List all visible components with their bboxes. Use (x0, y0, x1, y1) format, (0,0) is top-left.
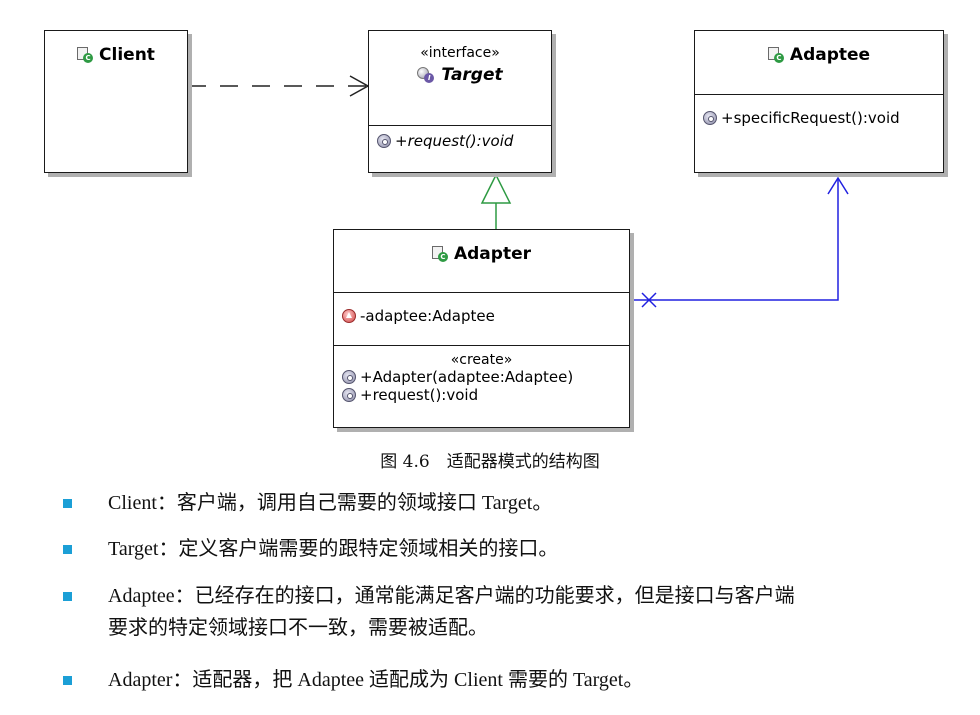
list-item: Client：客户端，调用自己需要的领域接口 Target。 (0, 488, 980, 518)
public-method-icon (377, 134, 391, 148)
private-field-icon (342, 309, 356, 323)
adapter-attributes-section: -adaptee:Adaptee (334, 292, 629, 345)
association-line (630, 178, 839, 301)
uml-class-diagram: C Client «interface» I Target +request()… (0, 0, 980, 440)
adaptee-class-name: Adaptee (789, 45, 871, 65)
target-operations-section: +request():void (369, 125, 551, 172)
adapter-operation: +request():void (342, 386, 629, 404)
adapter-class-name: Adapter (453, 244, 531, 264)
bullet-icon (63, 545, 72, 554)
adapter-operation: +Adapter(adaptee:Adaptee) (342, 368, 629, 386)
class-icon: C (431, 246, 448, 262)
target-interface-name: Target (441, 65, 503, 85)
bullet-icon (63, 592, 72, 601)
list-item: Target：定义客户端需要的跟特定领域相关的接口。 (0, 534, 980, 564)
public-method-icon (703, 111, 717, 125)
target-stereotype: «interface» (420, 45, 500, 61)
target-interface-header: «interface» I Target (369, 31, 551, 125)
client-class-header: C Client (45, 31, 187, 67)
class-icon: C (77, 47, 94, 63)
adaptee-operation: +specificRequest():void (703, 109, 943, 127)
adaptee-class-header: C Adaptee (695, 31, 943, 94)
figure-caption: 图 4.6 适配器模式的结构图 (380, 452, 600, 472)
client-class-name: Client (99, 45, 155, 65)
adapter-attribute: -adaptee:Adaptee (342, 307, 629, 325)
list-item: Adapter：适配器，把 Adaptee 适配成为 Client 需要的 Ta… (0, 665, 980, 695)
adapter-operations-section: «create» +Adapter(adaptee:Adaptee) +requ… (334, 345, 629, 427)
adaptee-class-box: C Adaptee +specificRequest():void (694, 30, 944, 173)
interface-icon: I (417, 66, 435, 84)
class-icon: C (767, 47, 784, 63)
public-method-icon (342, 370, 356, 384)
bullet-icon (63, 499, 72, 508)
target-interface-box: «interface» I Target +request():void (368, 30, 552, 173)
target-operation: +request():void (377, 132, 551, 150)
public-method-icon (342, 388, 356, 402)
list-item: Adaptee：已经存在的接口，通常能满足客户端的功能要求，但是接口与客户端 要… (0, 581, 980, 643)
adapter-class-header: C Adapter (334, 230, 629, 292)
bullet-icon (63, 676, 72, 685)
adapter-class-box: C Adapter -adaptee:Adaptee «create» +Ada… (333, 229, 630, 428)
generalization-arrowhead (480, 173, 512, 204)
adaptee-operations-section: +specificRequest():void (695, 94, 943, 172)
adapter-stereotype: «create» (450, 352, 513, 368)
client-class-box: C Client (44, 30, 188, 173)
